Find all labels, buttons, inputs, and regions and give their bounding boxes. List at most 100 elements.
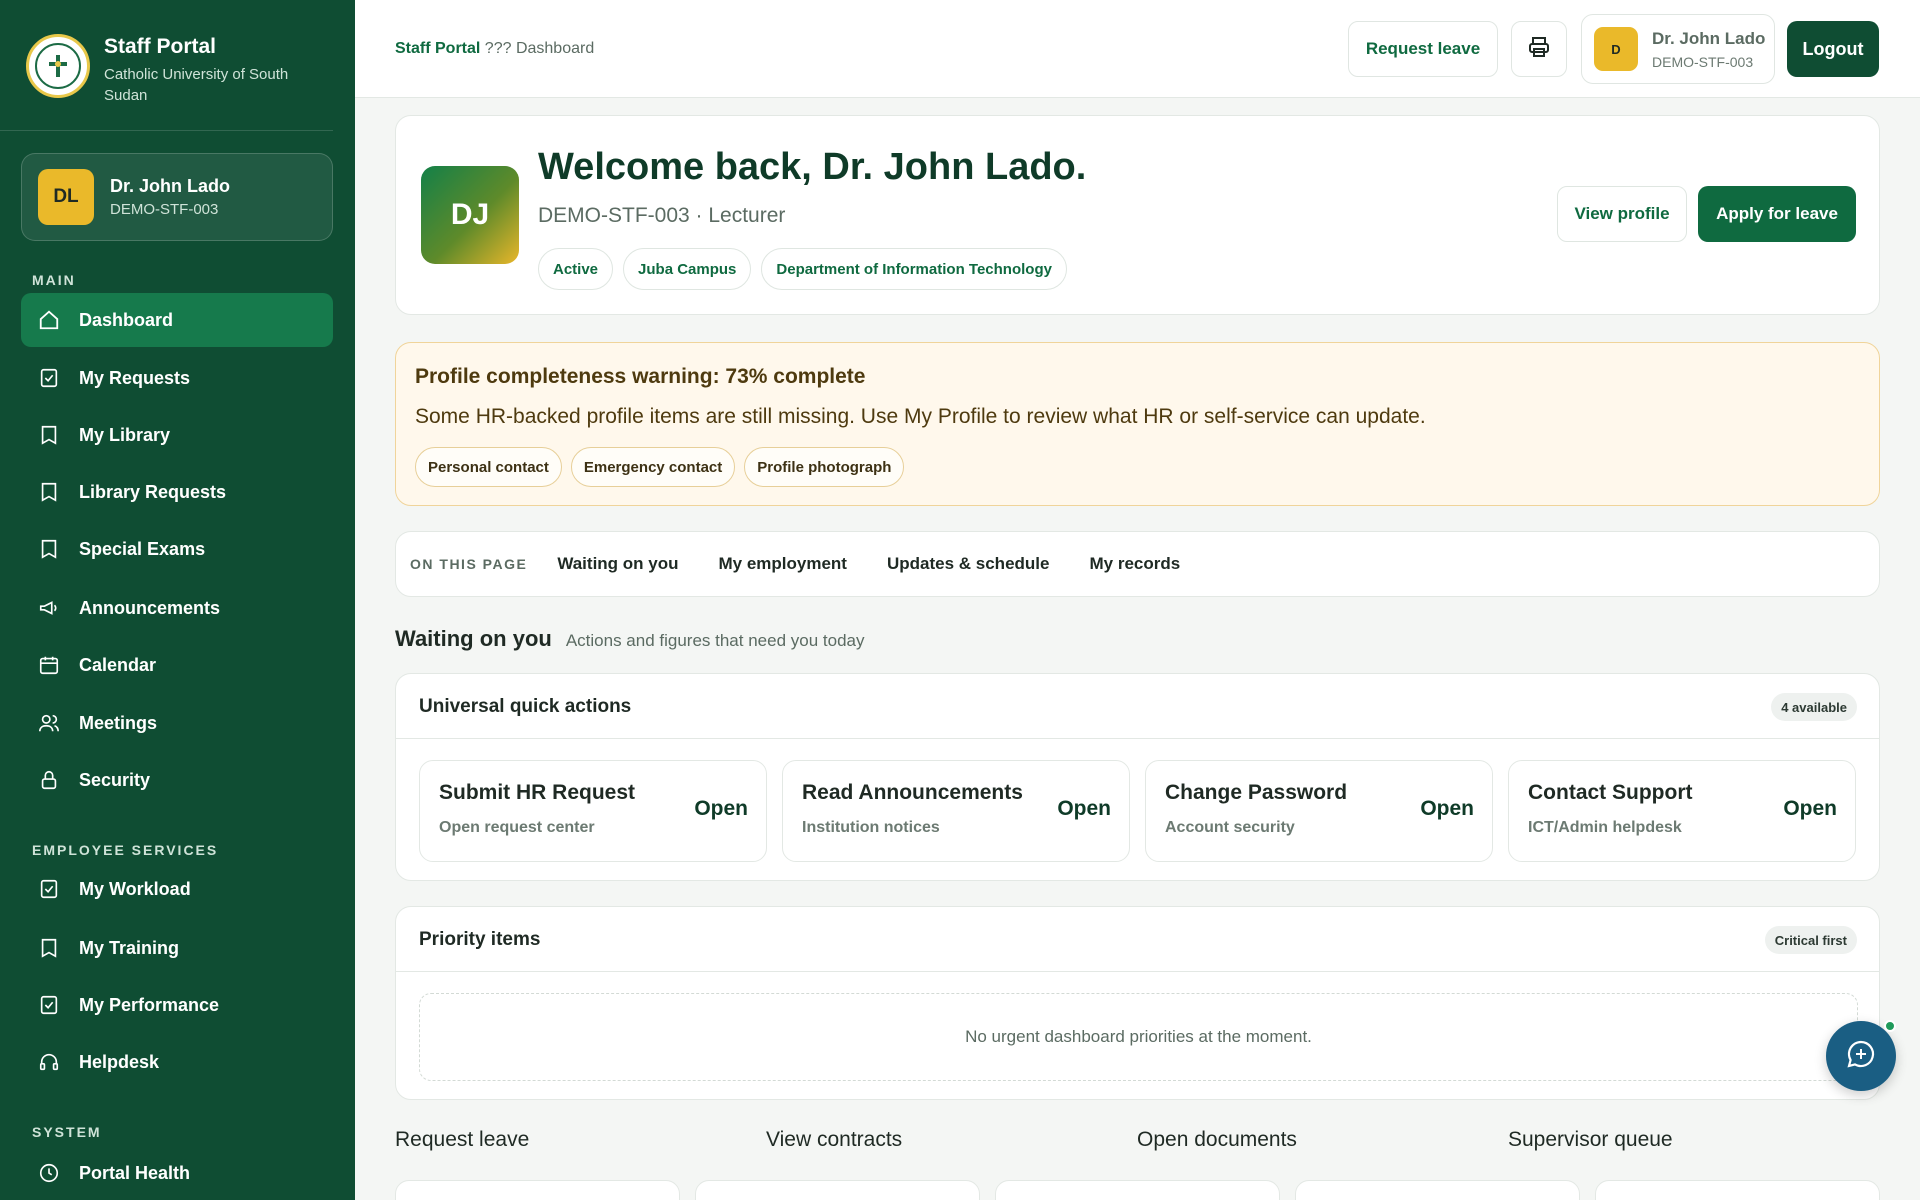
open-link[interactable]: Open <box>1783 797 1837 821</box>
user-id: DEMO-STF-003 <box>110 201 219 218</box>
book-icon <box>37 537 61 561</box>
sidebar-item-calendar[interactable]: Calendar <box>21 638 333 692</box>
summary-card <box>995 1180 1280 1200</box>
quick-action-contact-support[interactable]: Contact Support ICT/Admin helpdesk Open <box>1508 760 1856 862</box>
user-id: DEMO-STF-003 <box>1652 53 1754 70</box>
sidebar-item-my-training[interactable]: My Training <box>21 921 333 975</box>
sidebar: Staff Portal Catholic University of Sout… <box>0 0 355 1200</box>
anchor-link-waiting[interactable]: Waiting on you <box>557 554 678 574</box>
empty-state: No urgent dashboard priorities at the mo… <box>419 993 1858 1081</box>
avatar: DL <box>38 169 94 225</box>
campus-badge: Juba Campus <box>623 248 752 290</box>
apply-leave-button[interactable]: Apply for leave <box>1698 186 1856 242</box>
card-title: Universal quick actions <box>419 696 632 717</box>
breadcrumb-current: Dashboard <box>515 40 595 57</box>
sidebar-item-portal-health[interactable]: Portal Health <box>21 1146 333 1200</box>
book-icon <box>37 423 61 447</box>
brand-subtitle: Catholic University of South Sudan <box>104 66 289 104</box>
card-header: Universal quick actions 4 available <box>396 674 1879 739</box>
sidebar-item-dashboard[interactable]: Dashboard <box>21 293 333 347</box>
tile-title: Read Announcements <box>802 781 1023 804</box>
avatar: D <box>1594 27 1638 71</box>
sidebar-item-label: Security <box>79 769 151 790</box>
tile-subtitle: ICT/Admin helpdesk <box>1528 819 1682 836</box>
sidebar-item-announcements[interactable]: Announcements <box>21 581 333 635</box>
sidebar-item-label: Portal Health <box>79 1162 191 1183</box>
missing-item-chip[interactable]: Emergency contact <box>570 447 736 487</box>
summary-card <box>395 1180 680 1200</box>
profile-avatar: DJ <box>421 166 519 264</box>
anchor-link-records[interactable]: My records <box>1089 554 1180 574</box>
megaphone-icon <box>37 596 61 620</box>
card-title: Priority items <box>419 929 541 950</box>
chat-button[interactable] <box>1826 1021 1896 1091</box>
open-link[interactable]: Open <box>1420 797 1474 821</box>
missing-items: Personal contact Emergency contact Profi… <box>415 447 905 487</box>
sidebar-item-security[interactable]: Security <box>21 753 333 807</box>
topbar: Staff Portal ??? Dashboard Request leave… <box>355 0 1920 98</box>
open-documents-link[interactable]: Open documents <box>1137 1128 1297 1152</box>
supervisor-queue-link[interactable]: Supervisor queue <box>1508 1128 1673 1152</box>
brand: Staff Portal Catholic University of Sout… <box>0 0 333 131</box>
sidebar-item-my-workload[interactable]: My Workload <box>21 862 333 916</box>
view-profile-button[interactable]: View profile <box>1557 186 1687 242</box>
sidebar-user-card[interactable]: DL Dr. John Lado DEMO-STF-003 <box>21 153 333 241</box>
missing-item-chip[interactable]: Profile photograph <box>744 447 905 487</box>
on-this-page-nav: ON THIS PAGE Waiting on you My employmen… <box>395 531 1880 597</box>
sidebar-item-label: My Training <box>79 937 180 958</box>
nav-section-employee-services: EMPLOYEE SERVICES <box>32 842 219 858</box>
sidebar-item-special-exams[interactable]: Special Exams <box>21 522 333 576</box>
sidebar-item-label: My Library <box>79 424 171 445</box>
card-header: Priority items Critical first <box>396 907 1879 972</box>
tile-title: Change Password <box>1165 781 1348 804</box>
welcome-title: Welcome back, Dr. John Lado. <box>538 146 1087 188</box>
open-link[interactable]: Open <box>1057 797 1111 821</box>
summary-card <box>1595 1180 1880 1200</box>
calendar-icon <box>37 653 61 677</box>
sidebar-item-my-performance[interactable]: My Performance <box>21 978 333 1032</box>
sidebar-item-label: My Workload <box>79 878 191 899</box>
summary-card <box>695 1180 980 1200</box>
sidebar-item-meetings[interactable]: Meetings <box>21 696 333 750</box>
sidebar-item-my-requests[interactable]: My Requests <box>21 351 333 405</box>
on-this-page-label: ON THIS PAGE <box>410 556 528 572</box>
breadcrumb-root[interactable]: Staff Portal <box>395 40 480 57</box>
quick-action-submit-hr-request[interactable]: Submit HR Request Open request center Op… <box>419 760 767 862</box>
topbar-user-menu[interactable]: D Dr. John Lado DEMO-STF-003 <box>1581 14 1775 84</box>
warning-title: Profile completeness warning: 73% comple… <box>415 365 866 388</box>
missing-item-chip[interactable]: Personal contact <box>415 447 562 487</box>
printer-icon <box>1527 35 1551 64</box>
university-seal-icon <box>26 34 90 98</box>
request-leave-link[interactable]: Request leave <box>395 1128 529 1152</box>
summary-card <box>1295 1180 1580 1200</box>
open-link[interactable]: Open <box>694 797 748 821</box>
headset-icon <box>37 1050 61 1074</box>
section-subtitle: Actions and figures that need you today <box>565 631 865 650</box>
print-button[interactable] <box>1511 21 1567 77</box>
sidebar-item-label: Helpdesk <box>79 1051 160 1072</box>
lock-icon <box>37 768 61 792</box>
nav-section-system: SYSTEM <box>32 1124 102 1140</box>
sidebar-item-label: My Requests <box>79 367 191 388</box>
sidebar-item-helpdesk[interactable]: Helpdesk <box>21 1035 333 1089</box>
users-icon <box>37 711 61 735</box>
book-icon <box>37 480 61 504</box>
quick-action-read-announcements[interactable]: Read Announcements Institution notices O… <box>782 760 1130 862</box>
checkbox-icon <box>37 877 61 901</box>
view-contracts-link[interactable]: View contracts <box>766 1128 902 1152</box>
breadcrumb-separator: ??? <box>484 40 512 57</box>
status-chips: Active Juba Campus Department of Informa… <box>538 248 1067 290</box>
profile-warning: Profile completeness warning: 73% comple… <box>395 342 1880 506</box>
logout-button[interactable]: Logout <box>1787 21 1879 77</box>
tile-subtitle: Institution notices <box>802 819 940 836</box>
anchor-link-employment[interactable]: My employment <box>719 554 847 574</box>
quick-action-change-password[interactable]: Change Password Account security Open <box>1145 760 1493 862</box>
anchor-link-updates[interactable]: Updates & schedule <box>887 554 1050 574</box>
quick-actions-card: Universal quick actions 4 available Subm… <box>395 673 1880 881</box>
request-leave-button[interactable]: Request leave <box>1348 21 1498 77</box>
sidebar-item-my-library[interactable]: My Library <box>21 408 333 462</box>
sidebar-item-library-requests[interactable]: Library Requests <box>21 465 333 519</box>
sidebar-item-label: Announcements <box>79 597 221 618</box>
online-indicator <box>1884 1020 1896 1032</box>
breadcrumb: Staff Portal ??? Dashboard <box>395 40 594 58</box>
